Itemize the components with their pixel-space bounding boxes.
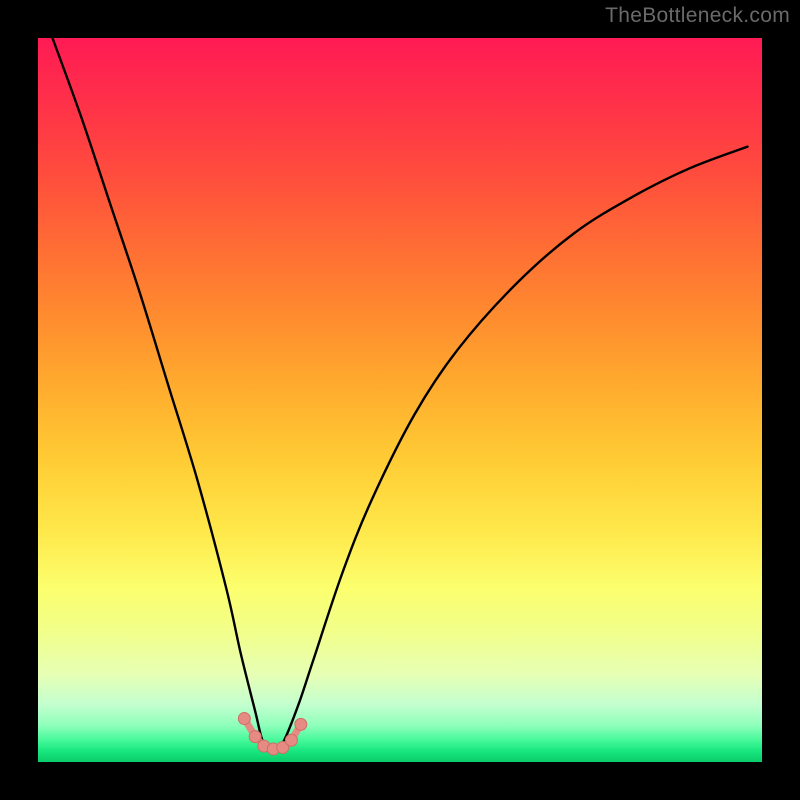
bottleneck-curve [52,38,747,748]
trough-marker-dot [285,734,297,746]
watermark-text: TheBottleneck.com [605,4,790,28]
chart-plot-area [38,38,762,762]
trough-marker-dot [295,718,307,730]
chart-frame: TheBottleneck.com [0,0,800,800]
trough-marker-dot [238,713,250,725]
trough-marker-dot [249,731,261,743]
chart-svg [38,38,762,762]
